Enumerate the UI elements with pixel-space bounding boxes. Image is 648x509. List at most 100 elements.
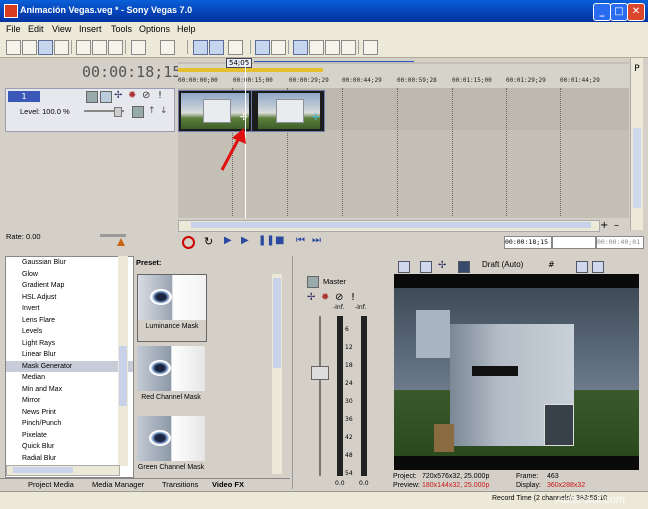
pause-icon[interactable]: ❚❚ xyxy=(258,235,275,246)
track-motion-icon[interactable] xyxy=(86,91,98,103)
mute-icon[interactable]: ⊘ xyxy=(335,292,343,303)
selection-end-field[interactable] xyxy=(552,236,596,249)
lock-envelopes-icon[interactable] xyxy=(255,40,270,55)
preset-green-channel-mask[interactable]: Green Channel Mask xyxy=(137,416,205,482)
vscroll-thumb[interactable] xyxy=(119,346,127,406)
tab-video-fx[interactable]: Video FX xyxy=(212,480,244,489)
copy-snapshot-icon[interactable] xyxy=(576,261,588,273)
solo-icon[interactable]: ! xyxy=(351,292,355,303)
fx-list-item[interactable]: Glow xyxy=(6,269,133,281)
zoom-out-icon[interactable]: – xyxy=(614,220,626,231)
open-icon[interactable] xyxy=(22,40,37,55)
play-icon[interactable]: ▶ xyxy=(241,235,249,246)
menu-help[interactable]: Help xyxy=(177,24,196,34)
vscroll-thumb[interactable] xyxy=(273,278,281,368)
fx-list-item[interactable]: Lens Flare xyxy=(6,315,133,327)
go-to-end-icon[interactable]: ⏭ xyxy=(312,235,321,246)
fx-list-item[interactable]: Gaussian Blur xyxy=(6,257,133,269)
record-button[interactable] xyxy=(182,236,195,249)
video-event-2[interactable] xyxy=(251,90,325,132)
expand-icon[interactable]: ✢ xyxy=(114,91,124,101)
preview-properties-icon[interactable] xyxy=(398,261,410,273)
menu-view[interactable]: View xyxy=(52,24,71,34)
preset-vscroll[interactable] xyxy=(272,274,282,474)
hscroll-thumb[interactable] xyxy=(13,467,73,473)
fx-list-item[interactable]: Median xyxy=(6,372,133,384)
compositing-child-icon[interactable] xyxy=(132,106,144,118)
properties-icon[interactable] xyxy=(54,40,69,55)
fx-list-item[interactable]: Radial Blur xyxy=(6,453,133,465)
loop-region-bar[interactable] xyxy=(178,68,323,72)
timeline-vscroll[interactable]: P xyxy=(630,58,643,230)
rate-slider[interactable] xyxy=(100,234,126,237)
make-parent-icon[interactable]: ↑ xyxy=(148,106,156,116)
video-fx-icon[interactable]: ✢ xyxy=(438,260,446,271)
menu-options[interactable]: Options xyxy=(139,24,170,34)
menu-file[interactable]: File xyxy=(6,24,21,34)
selection-length-field[interactable]: 00:00:40;01 xyxy=(596,236,644,249)
selection-tool-icon[interactable] xyxy=(325,40,340,55)
audio-fx-icon[interactable]: ✹ xyxy=(321,292,329,303)
play-from-start-icon[interactable]: ▶ xyxy=(224,235,232,246)
make-child-icon[interactable]: ↓ xyxy=(160,106,168,116)
external-monitor-icon[interactable] xyxy=(420,261,432,273)
preview-quality-select[interactable]: Draft (Auto) xyxy=(482,260,523,269)
tab-media-manager[interactable]: Media Manager xyxy=(92,480,144,489)
vscroll-thumb[interactable] xyxy=(633,128,641,208)
fx-list-item[interactable]: Quick Blur xyxy=(6,441,133,453)
fx-list-vscroll[interactable] xyxy=(118,256,128,466)
ripple-edit-icon[interactable] xyxy=(228,40,243,55)
fx-list-item[interactable]: Linear Blur xyxy=(6,349,133,361)
menu-insert[interactable]: Insert xyxy=(79,24,102,34)
normal-edit-tool-icon[interactable] xyxy=(293,40,308,55)
fx-list-item[interactable]: News Print xyxy=(6,407,133,419)
fx-list-hscroll[interactable] xyxy=(6,465,120,476)
fx-list-item[interactable]: Min and Max xyxy=(6,384,133,396)
enable-snapping-icon[interactable] xyxy=(193,40,208,55)
fx-list-item[interactable]: Mask Generator xyxy=(6,360,133,372)
compositing-mode-icon[interactable] xyxy=(100,91,112,103)
envelope-tool-icon[interactable] xyxy=(309,40,324,55)
video-fx-list[interactable]: Gaussian Blur Glow Gradient Map HSL Adjust I… xyxy=(5,256,134,478)
fx-list-item[interactable]: Pinch/Punch xyxy=(6,418,133,430)
timeline-hscroll[interactable] xyxy=(178,220,600,232)
master-bus-icon[interactable] xyxy=(307,276,319,288)
event-fx-icon[interactable]: ✢ xyxy=(240,113,248,123)
fx-list-item[interactable]: Mirror xyxy=(6,395,133,407)
selection-start-field[interactable]: 00:00:18;15 xyxy=(504,236,552,249)
preset-red-channel-mask[interactable]: Red Channel Mask xyxy=(137,346,205,412)
copy-icon[interactable] xyxy=(92,40,107,55)
fx-list-item[interactable]: Pixelate xyxy=(6,430,133,442)
redo-icon[interactable] xyxy=(160,40,175,55)
video-track-header[interactable]: 1 ✢ ✹ ⊘ ! Level: 100.0 % ↑ ↓ xyxy=(5,88,175,132)
whats-this-help-icon[interactable] xyxy=(363,40,378,55)
tab-transitions[interactable]: Transitions xyxy=(162,480,198,489)
master-fader-thumb[interactable] xyxy=(311,366,329,380)
rate-slider-thumb[interactable] xyxy=(117,238,125,246)
fx-list-item[interactable]: Levels xyxy=(6,326,133,338)
stop-icon[interactable]: ■ xyxy=(275,235,284,246)
paste-icon[interactable] xyxy=(108,40,123,55)
maximize-button[interactable]: □ xyxy=(610,3,628,21)
split-screen-icon[interactable] xyxy=(458,261,470,273)
mute-icon[interactable]: ⊘ xyxy=(142,91,152,101)
event-fx-icon[interactable]: ✢ xyxy=(312,113,320,123)
tab-project-media[interactable]: Project Media xyxy=(28,480,74,489)
hscroll-thumb[interactable] xyxy=(191,222,591,228)
solo-icon[interactable]: ! xyxy=(158,91,166,101)
master-fader-track[interactable] xyxy=(319,316,321,476)
undo-icon[interactable] xyxy=(131,40,146,55)
fx-list-item[interactable]: Invert xyxy=(6,303,133,315)
save-snapshot-icon[interactable] xyxy=(592,261,604,273)
new-icon[interactable] xyxy=(6,40,21,55)
cut-icon[interactable] xyxy=(76,40,91,55)
fx-list-item[interactable]: Light Rays xyxy=(6,338,133,350)
close-button[interactable]: ✕ xyxy=(627,3,645,21)
minimize-button[interactable]: _ xyxy=(593,3,611,21)
loop-playback-icon[interactable]: ↻ xyxy=(204,235,213,248)
go-to-start-icon[interactable]: ⏮ xyxy=(296,235,305,246)
menu-edit[interactable]: Edit xyxy=(28,24,44,34)
marker-p-icon[interactable]: P xyxy=(631,64,643,74)
auto-crossfade-icon[interactable] xyxy=(209,40,224,55)
save-icon[interactable] xyxy=(38,40,53,55)
